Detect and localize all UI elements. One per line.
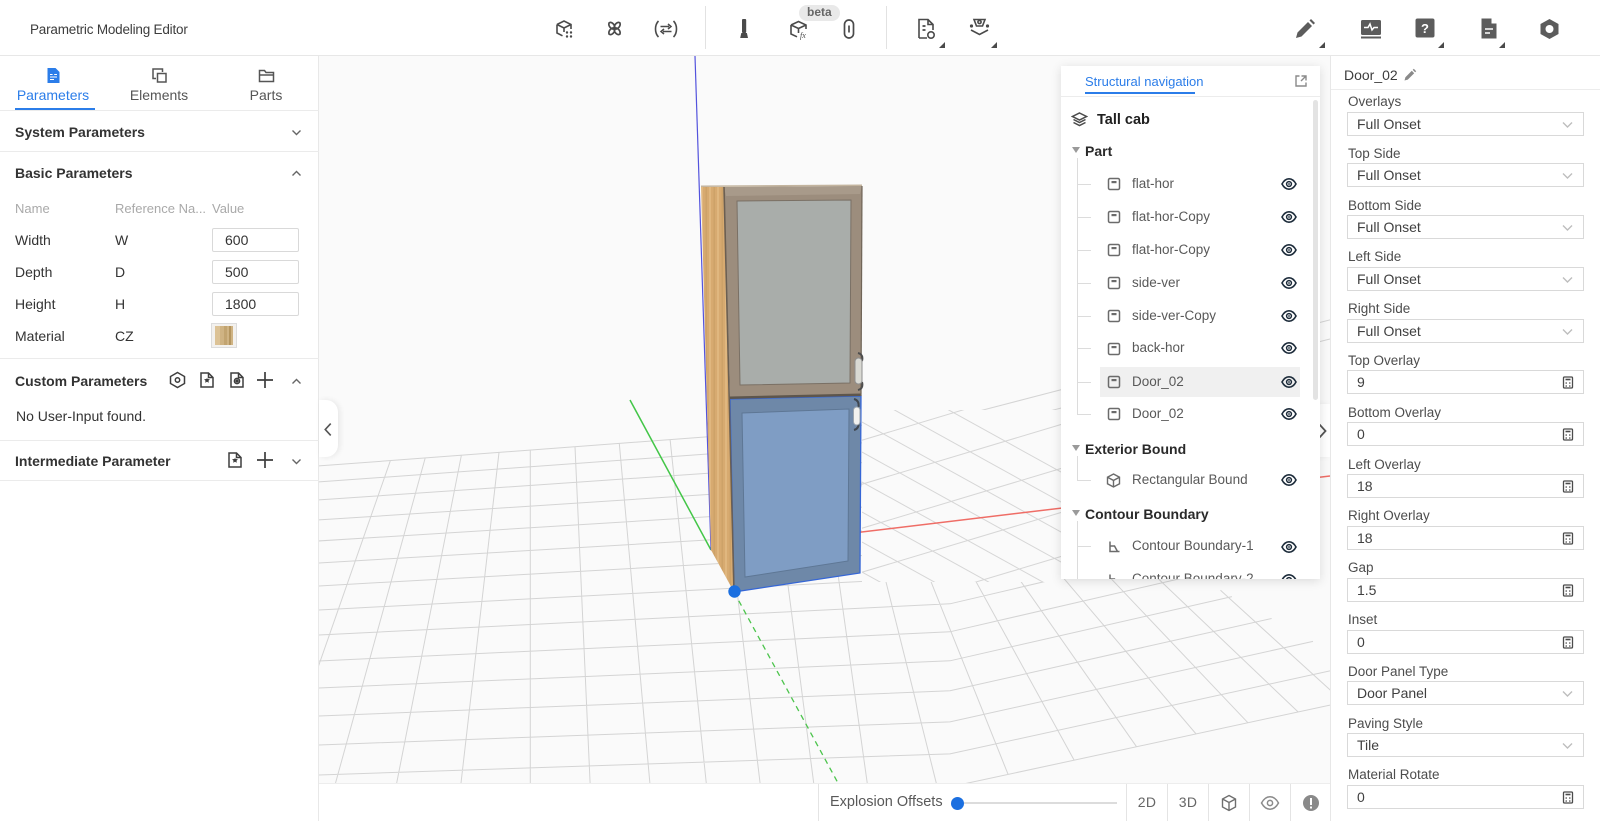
svg-text:?: ? — [1421, 21, 1429, 36]
svg-text:fx: fx — [800, 31, 806, 40]
